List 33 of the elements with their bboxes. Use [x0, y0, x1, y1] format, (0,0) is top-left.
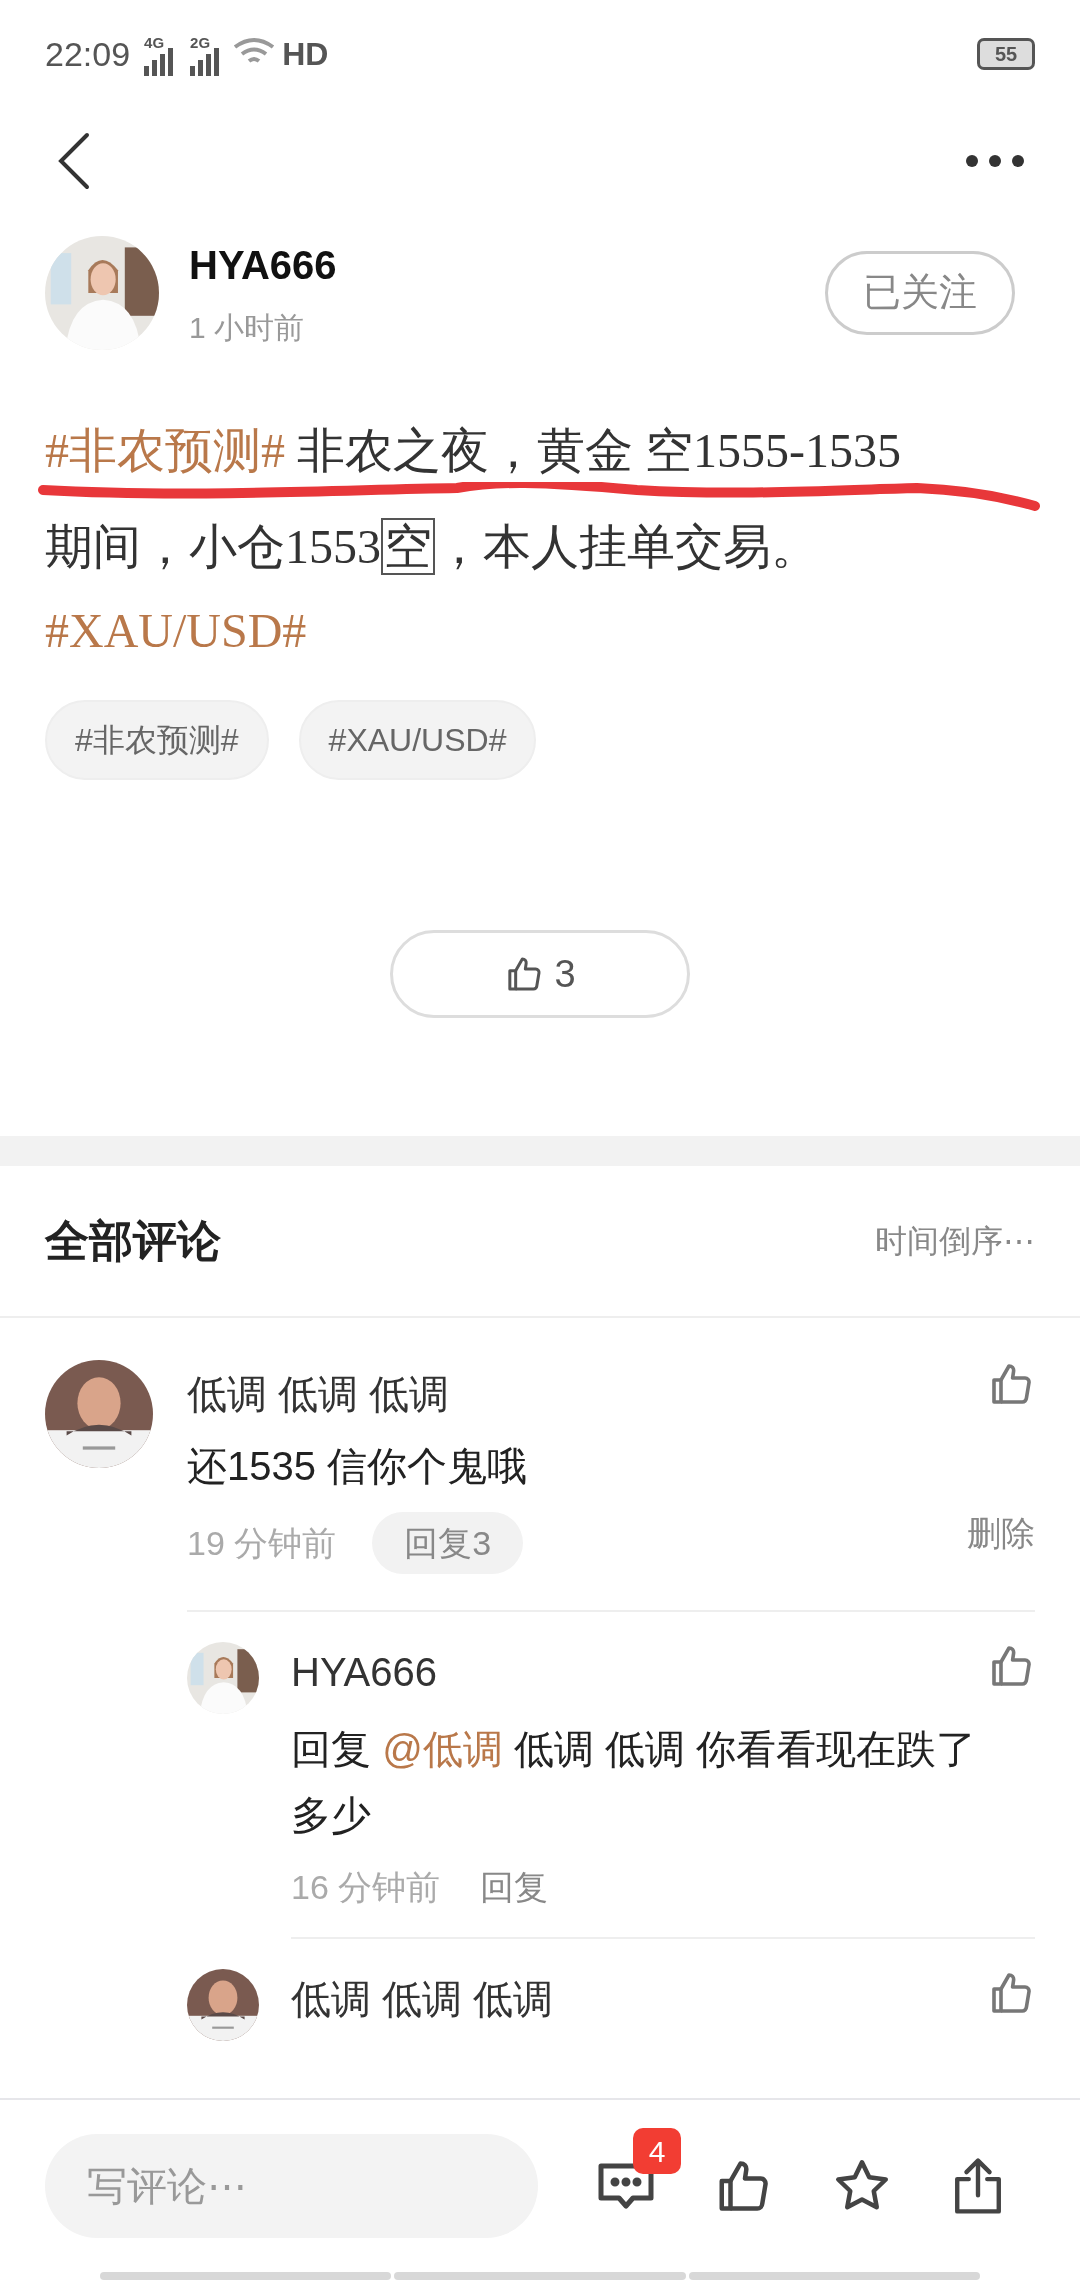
author-name: HYA666: [189, 242, 338, 289]
post-text: #非农预测# 非农之夜，黄金 空1555-1535: [45, 423, 901, 479]
topic-tag[interactable]: #非农预测#: [45, 700, 269, 780]
mention-link[interactable]: @低调: [382, 1727, 503, 1771]
battery-icon: 55: [977, 38, 1035, 70]
hd-label: HD: [282, 35, 329, 74]
reply-time: 16 分钟前: [291, 1867, 441, 1908]
topic-tag[interactable]: #XAU/USD#: [298, 700, 537, 780]
count-badge: 4: [633, 2128, 682, 2174]
topic-link[interactable]: #XAU/USD#: [45, 604, 307, 657]
comments-title: 全部评论: [45, 1215, 221, 1267]
like-button[interactable]: 3: [390, 930, 690, 1018]
replies-button[interactable]: 回复3: [372, 1512, 524, 1574]
sort-button[interactable]: 时间倒序⋯: [875, 1217, 1035, 1265]
signal-icon: [190, 46, 221, 77]
reply-button[interactable]: 回复: [480, 1862, 549, 1913]
commenter-name: HYA666: [291, 1649, 437, 1696]
comment-time: 19 分钟前: [187, 1522, 337, 1564]
post-time: 1 小时前: [189, 310, 306, 346]
comment-field[interactable]: 写评论⋯: [45, 2134, 538, 2238]
delete-button[interactable]: 删除: [967, 1507, 1035, 1559]
reply-text: 回复 @低调 低调 低调 你看看现在跌了多少: [291, 1726, 978, 1839]
topic-link[interactable]: #非农预测#: [45, 424, 285, 477]
status-time: 22:09: [45, 33, 131, 75]
commenter-name: 低调 低调 低调: [291, 1976, 554, 2023]
comment-text: 还1535 信你个鬼哦: [187, 1443, 529, 1490]
signal-icon: [144, 46, 175, 77]
network-label: 2G: [190, 32, 211, 53]
more-icon[interactable]: [965, 153, 1025, 168]
network-label: 4G: [144, 32, 165, 53]
post-text: 期间，小仓1553空，本人挂单交易。: [45, 518, 819, 576]
follow-button[interactable]: 已关注: [825, 250, 1015, 335]
commenter-name: 低调 低调 低调: [187, 1371, 450, 1418]
